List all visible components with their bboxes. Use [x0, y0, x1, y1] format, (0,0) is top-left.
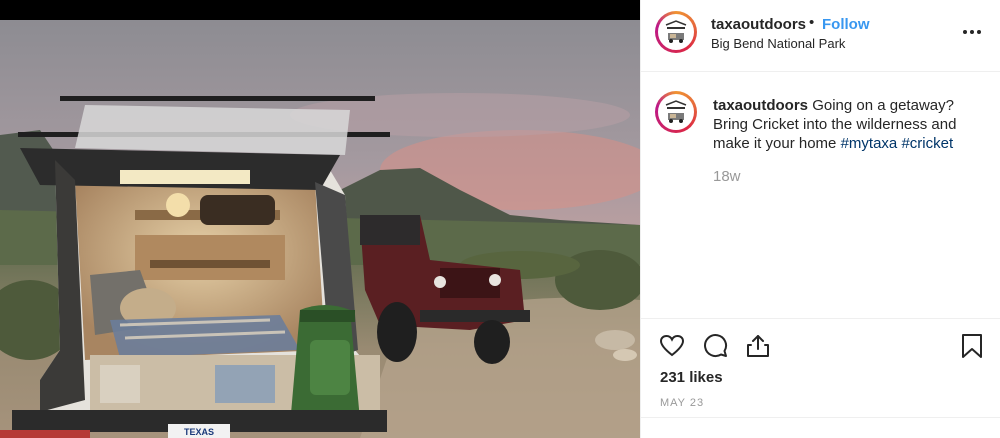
header-avatar[interactable] [655, 11, 697, 53]
caption-timestamp[interactable]: 18w [713, 168, 741, 185]
location-link[interactable]: Big Bend National Park [711, 36, 845, 51]
more-dot [970, 30, 974, 34]
post-header: taxaoutdoors • Follow Big Bend National … [641, 0, 1000, 72]
bookmark-icon[interactable] [959, 333, 985, 359]
avatar-image [658, 94, 694, 130]
hashtag-link[interactable]: #mytaxa [841, 135, 898, 152]
comment-icon[interactable] [702, 333, 728, 359]
more-options-icon[interactable] [963, 22, 985, 42]
caption-text-line2: Bring Cricket into the wilderness and [713, 116, 957, 133]
more-dot [963, 30, 967, 34]
avatar-image [658, 14, 694, 50]
header-username[interactable]: taxaoutdoors [711, 16, 806, 33]
likes-count[interactable]: 231 likes [660, 369, 723, 386]
caption-text-line3: make it your home [713, 135, 837, 152]
post-date: MAY 23 [660, 397, 705, 409]
post-actions: 231 likes MAY 23 [641, 318, 1000, 438]
share-icon[interactable] [745, 333, 771, 359]
post-photo-panel: TEXAS [0, 0, 640, 438]
hashtag-link[interactable]: #cricket [901, 135, 953, 152]
post-caption: taxaoutdoors Going on a getaway? Bring C… [713, 96, 985, 153]
license-plate-text: TEXAS [184, 427, 214, 437]
more-dot [977, 30, 981, 34]
divider [641, 417, 1000, 418]
caption-avatar[interactable] [655, 91, 697, 133]
caption-text-line1: Going on a getaway? [812, 97, 954, 114]
follow-button[interactable]: Follow [822, 16, 870, 33]
caption-username[interactable]: taxaoutdoors [713, 97, 808, 114]
post-info-panel: taxaoutdoors • Follow Big Bend National … [640, 0, 1000, 438]
taxa-logo-icon [660, 16, 692, 48]
photo-top-bar [0, 0, 640, 20]
heart-icon[interactable] [659, 333, 685, 359]
taxa-logo-icon [660, 96, 692, 128]
post-photo[interactable]: TEXAS [0, 20, 640, 438]
header-separator: • [809, 14, 815, 31]
